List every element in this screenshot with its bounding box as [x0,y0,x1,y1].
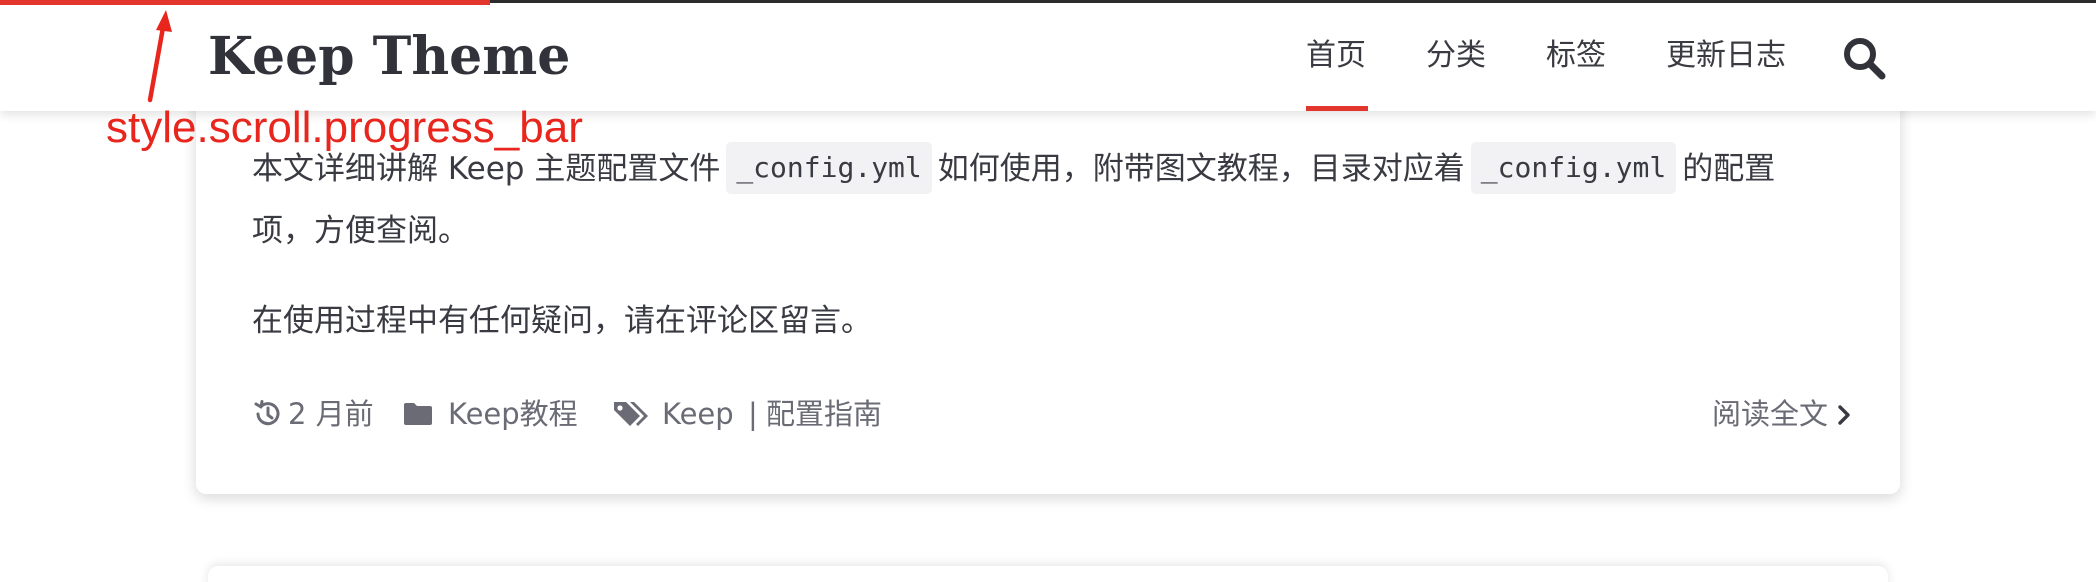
next-article-card [208,566,1888,582]
search-icon[interactable] [1840,34,1888,82]
read-more-label: 阅读全文 [1711,397,1828,431]
article-meta: 2 月前 Keep教程 Keep | 配置指南 阅读全文 [252,392,1852,436]
excerpt-text-a: 本文详细讲解 Keep 主题配置文件 [252,151,721,187]
post-time: 2 月前 [288,397,374,431]
tag-separator: | [748,397,758,431]
excerpt-text-c: 的配置 [1682,151,1776,187]
article-excerpt-line-2: 项，方便查阅。 [252,213,469,249]
nav-item-home[interactable]: 首页 [1306,36,1366,76]
nav-active-indicator [1306,106,1368,111]
page: 本文详细讲解 Keep 主题配置文件 _config.yml 如何使用，附带图文教程… [0,0,2096,582]
site-header: Keep Theme 首页 分类 标签 更新日志 [0,0,2096,111]
read-more-link[interactable]: 阅读全文 [1712,392,1852,436]
post-tag-link[interactable]: Keep [662,392,734,436]
post-tag-link[interactable]: 配置指南 [766,392,882,436]
annotation-label: style.scroll.progress_bar [106,103,583,152]
nav-item-tags[interactable]: 标签 [1546,36,1606,76]
history-icon [254,400,280,426]
nav-item-categories[interactable]: 分类 [1426,36,1486,76]
chevron-right-icon [1838,405,1850,425]
tags-icon [614,402,648,426]
site-title[interactable]: Keep Theme [208,22,570,92]
nav-item-changelog[interactable]: 更新日志 [1666,36,1786,76]
excerpt-text-b: 如何使用，附带图文教程，目录对应着 [937,151,1465,187]
article-excerpt-paragraph-2: 在使用过程中有任何疑问，请在评论区留言。 [252,303,872,339]
folder-icon [404,403,432,425]
annotation-arrow-icon [147,10,172,103]
scroll-progress-bar [0,0,490,5]
inline-code-config: _config.yml [726,142,932,194]
post-category-link[interactable]: Keep教程 [448,392,578,436]
inline-code-config: _config.yml [1470,142,1677,194]
